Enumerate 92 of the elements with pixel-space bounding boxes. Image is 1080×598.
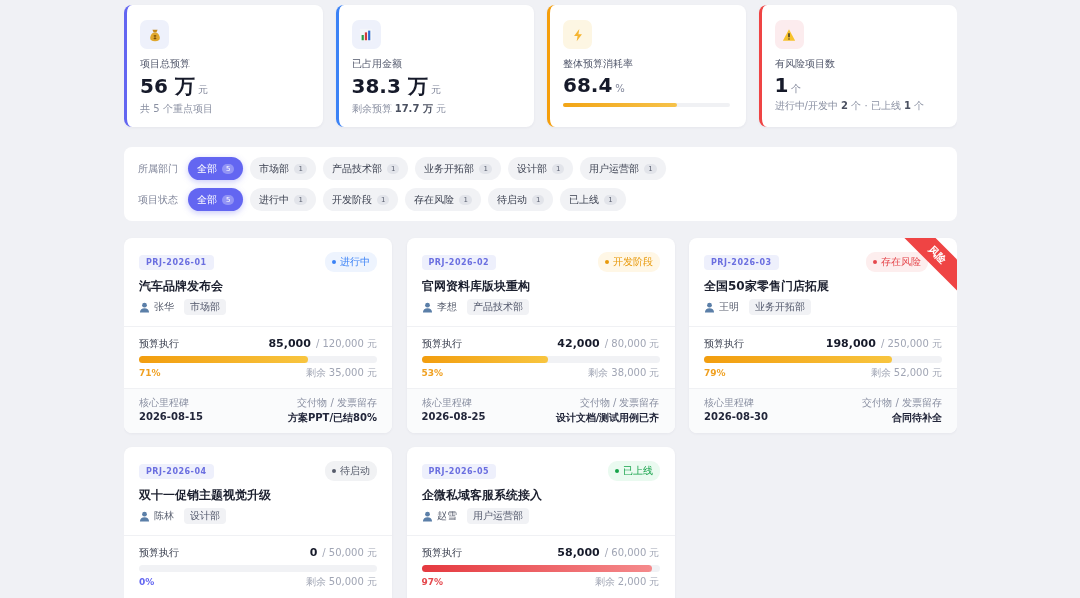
usage-percent: 53% (421, 368, 444, 378)
owner-name: 赵雪 (436, 509, 457, 523)
person-icon (421, 301, 433, 313)
filter-label: 所属部门 (138, 161, 179, 176)
project-title: 官网资料库版块重构 (421, 278, 531, 295)
person-icon (139, 510, 150, 522)
stat-note: 共 5 个重点项目 (140, 102, 214, 116)
status-label: 存在风险 (881, 255, 921, 269)
milestone-date: 2026-08-30 (704, 411, 768, 422)
spent-amount: 85,000 (268, 337, 311, 350)
project-title: 全国50家零售门店拓展 (704, 278, 830, 295)
budget-label: 预算执行 (421, 546, 462, 560)
stat-note: 进行中/开发中 2 个 · 已上线 1 个 (774, 99, 926, 113)
stat-unit: 元 (197, 83, 208, 97)
remaining-amount: 剩余 52,000 元 (870, 366, 942, 380)
spent-amount: 58,000 (557, 546, 600, 559)
budget-label: 预算执行 (139, 546, 179, 560)
status-label: 已上线 (622, 464, 653, 478)
deliverable-status: 合同待补全 (891, 411, 942, 425)
status-dot-icon (604, 260, 609, 264)
remaining-amount: 剩余 50,000 元 (305, 575, 377, 589)
milestone-date: 2026-08-25 (421, 411, 486, 422)
budget-label: 预算执行 (704, 337, 744, 351)
spent-amount: 0 (309, 546, 318, 559)
project-code: PRJ-2026-01 (139, 254, 214, 270)
project-code: PRJ-2026-04 (139, 463, 214, 479)
status-label: 进行中 (340, 255, 370, 269)
owner-name: 张华 (154, 300, 174, 314)
deliverable-label: 交付物 / 发票留存 (296, 396, 377, 410)
total-budget: / 250,000 元 (880, 337, 942, 351)
total-budget: / 60,000 元 (604, 546, 660, 560)
remaining-amount: 剩余 2,000 元 (594, 575, 660, 589)
department-tag: 设计部 (184, 508, 226, 524)
stat-value: 38.3 万 (351, 73, 428, 100)
status-dot-icon (614, 469, 619, 473)
stat-unit: % (615, 83, 625, 94)
department-tag: 市场部 (184, 299, 226, 315)
status-dot-icon (332, 260, 336, 264)
milestone-label: 核心里程碑 (704, 396, 755, 410)
status-label: 开发阶段 (612, 255, 653, 269)
remaining-amount: 剩余 38,000 元 (588, 366, 660, 380)
milestone-label: 核心里程碑 (421, 396, 473, 410)
deliverable-label: 交付物 / 发票留存 (862, 396, 942, 410)
project-code: PRJ-2026-03 (704, 254, 779, 270)
person-icon (704, 301, 715, 313)
status-dot-icon (332, 469, 336, 473)
stat-value: 56 万 (140, 73, 195, 100)
stat-value: 68.4 (563, 73, 613, 97)
deliverable-status: 方案PPT/已结80% (287, 411, 377, 425)
warning-icon (782, 27, 796, 42)
project-title: 企微私域客服系统接入 (421, 487, 543, 504)
owner-name: 陈林 (154, 509, 174, 523)
milestone-label: 核心里程碑 (139, 396, 190, 410)
bar-chart-icon (359, 27, 373, 42)
department-tag: 产品技术部 (466, 299, 529, 315)
remaining-amount: 剩余 35,000 元 (305, 366, 377, 380)
stat-label: 项目总预算 (140, 57, 191, 71)
budget-label: 预算执行 (421, 337, 462, 351)
stat-label: 已占用金额 (351, 57, 403, 71)
person-icon (421, 510, 433, 522)
total-budget: / 80,000 元 (604, 337, 660, 351)
project-code: PRJ-2026-05 (421, 463, 497, 479)
spent-amount: 42,000 (557, 337, 600, 350)
department-tag: 用户运营部 (466, 508, 529, 524)
project-code: PRJ-2026-02 (421, 254, 497, 270)
project-title: 汽车品牌发布会 (139, 278, 224, 295)
department-tag: 业务开拓部 (749, 299, 811, 315)
budget-label: 预算执行 (139, 337, 179, 351)
person-icon (139, 301, 150, 313)
owner-name: 李想 (436, 300, 457, 314)
stat-value: 1 (774, 73, 789, 97)
filter-label: 项目状态 (138, 192, 179, 207)
usage-percent: 71% (139, 368, 161, 378)
usage-percent: 97% (421, 577, 444, 587)
stat-note: 剩余预算 17.7 万 元 (351, 102, 448, 116)
owner-name: 王明 (719, 300, 739, 314)
status-dot-icon (873, 260, 877, 264)
deliverable-label: 交付物 / 发票留存 (578, 396, 660, 410)
usage-percent: 79% (704, 368, 726, 378)
stat-label: 整体预算消耗率 (563, 57, 634, 71)
milestone-date: 2026-08-15 (139, 411, 203, 422)
total-budget: / 120,000 元 (315, 337, 377, 351)
stat-label: 有风险项目数 (774, 57, 836, 71)
status-label: 待启动 (340, 464, 370, 478)
spent-amount: 198,000 (825, 337, 876, 350)
project-title: 双十一促销主题视觉升级 (139, 487, 272, 504)
deliverable-status: 设计文档/测试用例已齐 (555, 411, 660, 425)
usage-percent: 0% (139, 577, 155, 587)
total-budget: / 50,000 元 (322, 546, 377, 560)
stat-unit: 个 (791, 82, 802, 96)
money-bag-icon (147, 27, 162, 42)
stat-unit: 元 (430, 83, 441, 97)
